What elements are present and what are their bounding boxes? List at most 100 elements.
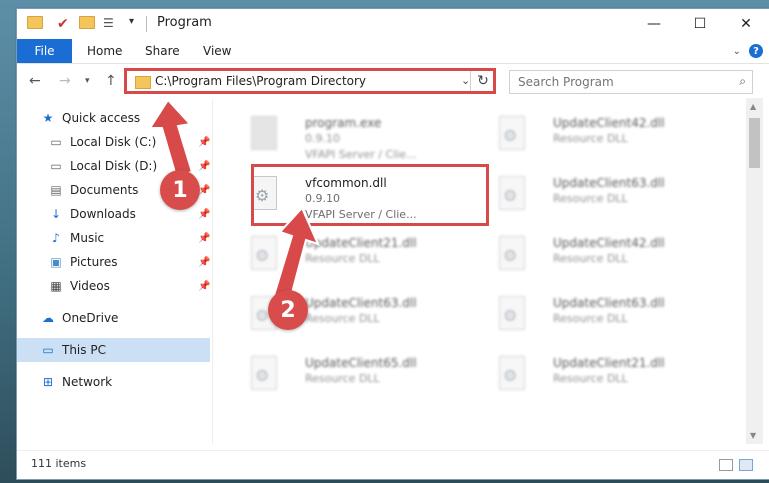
window-title: Program: [157, 15, 212, 30]
file-name: UpdateClient42.dll: [553, 116, 665, 130]
tab-view[interactable]: View: [203, 44, 231, 58]
sidebar-item-quick-access[interactable]: ★ Quick access: [17, 106, 210, 130]
drive-icon: ▭: [50, 135, 62, 149]
file-item[interactable]: ⚙ UpdateClient21.dll Resource DLL: [485, 350, 715, 406]
sidebar-item-music[interactable]: ♪ Music 📌: [17, 226, 210, 250]
file-item[interactable]: ⚙ UpdateClient63.dll Resource DLL: [485, 290, 715, 346]
file-item[interactable]: ⚙ UpdateClient65.dll Resource DLL: [237, 350, 467, 406]
sidebar-item-label: OneDrive: [62, 311, 119, 325]
sidebar-item-label: Network: [62, 375, 113, 389]
pin-icon[interactable]: 📌: [198, 137, 210, 148]
dll-file-icon: ⚙: [493, 356, 525, 394]
scroll-up-icon[interactable]: ▲: [750, 102, 756, 111]
network-icon: ⊞: [42, 375, 54, 389]
search-box[interactable]: ⌕: [509, 70, 753, 94]
sidebar-item-this-pc[interactable]: ▭ This PC: [17, 338, 210, 362]
pin-icon[interactable]: 📌: [198, 209, 210, 220]
file-description: Resource DLL: [553, 252, 628, 265]
file-name: UpdateClient63.dll: [305, 296, 417, 310]
maximize-button[interactable]: ☐: [677, 9, 723, 39]
file-item[interactable]: ⚙ UpdateClient42.dll Resource DLL: [485, 230, 715, 286]
navigation-pane: ★ Quick access ▭ Local Disk (C:) 📌 ▭ Loc…: [17, 104, 210, 444]
file-item[interactable]: ⚙ UpdateClient21.dll Resource DLL: [237, 230, 467, 286]
scroll-down-icon[interactable]: ▼: [750, 431, 756, 440]
help-icon[interactable]: ?: [749, 44, 763, 58]
file-name: UpdateClient21.dll: [305, 236, 417, 250]
tab-file[interactable]: File: [17, 39, 72, 63]
tab-share[interactable]: Share: [145, 44, 180, 58]
sidebar-item-pictures[interactable]: ▣ Pictures 📌: [17, 250, 210, 274]
file-version: 0.9.10: [305, 132, 340, 145]
customize-toolbar-icon[interactable]: ☰: [103, 16, 119, 32]
file-item[interactable]: ⚙ UpdateClient63.dll Resource DLL: [485, 170, 715, 226]
file-list: program.exe 0.9.10 VFAPI Server / Clie..…: [217, 104, 747, 444]
file-name: UpdateClient65.dll: [305, 356, 417, 370]
large-icons-view-icon[interactable]: [739, 459, 753, 471]
file-highlight-box: [251, 164, 489, 226]
properties-icon[interactable]: ✔: [57, 16, 73, 32]
videos-icon: ▦: [50, 279, 62, 293]
search-input[interactable]: [516, 73, 720, 91]
sidebar-item-label: Local Disk (C:): [70, 135, 157, 149]
pin-icon[interactable]: 📌: [198, 257, 210, 268]
pin-icon[interactable]: 📌: [198, 233, 210, 244]
search-icon[interactable]: ⌕: [739, 74, 746, 89]
step-badge-1: 1: [160, 170, 200, 210]
address-highlight-box: [124, 68, 496, 94]
status-bar: 111 items: [17, 450, 769, 479]
minimize-button[interactable]: —: [631, 9, 677, 39]
details-view-icon[interactable]: [719, 459, 733, 471]
title-separator: [146, 16, 147, 32]
scroll-thumb[interactable]: [749, 118, 760, 168]
file-description: Resource DLL: [553, 372, 628, 385]
file-item[interactable]: ⚙ UpdateClient42.dll Resource DLL: [485, 110, 715, 166]
explorer-window: ✔ ☰ ▾ Program — ☐ ✕ File Home Share View…: [16, 8, 769, 480]
file-name: UpdateClient63.dll: [553, 296, 665, 310]
file-name: UpdateClient21.dll: [553, 356, 665, 370]
tab-home[interactable]: Home: [87, 44, 122, 58]
expand-ribbon-icon[interactable]: ⌄: [733, 46, 741, 57]
file-name: UpdateClient42.dll: [553, 236, 665, 250]
file-description: Resource DLL: [553, 132, 628, 145]
file-item[interactable]: program.exe 0.9.10 VFAPI Server / Clie..…: [237, 110, 467, 166]
pin-icon[interactable]: 📌: [198, 161, 210, 172]
dropdown-icon[interactable]: ▾: [129, 16, 145, 32]
file-description: VFAPI Server / Clie...: [305, 148, 417, 161]
star-icon: ★: [42, 111, 54, 125]
sidebar-item-onedrive[interactable]: ☁ OneDrive: [17, 306, 210, 330]
new-folder-icon[interactable]: [79, 16, 95, 32]
dll-file-icon: ⚙: [245, 236, 277, 274]
item-count: 111 items: [31, 457, 87, 470]
recent-locations-icon[interactable]: ▾: [85, 76, 90, 86]
sidebar-item-label: Music: [70, 231, 105, 245]
sidebar-item-network[interactable]: ⊞ Network: [17, 370, 210, 394]
sidebar-item-label: Downloads: [70, 207, 136, 221]
folder-icon: [27, 16, 43, 32]
sidebar-item-label: Local Disk (D:): [70, 159, 158, 173]
navigation-bar: ← → ▾ ↑ C:\Program Files\Program Directo…: [17, 64, 769, 98]
file-description: Resource DLL: [305, 372, 380, 385]
sidebar-item-label: Videos: [70, 279, 110, 293]
sidebar-item-local-disk-c[interactable]: ▭ Local Disk (C:) 📌: [17, 130, 210, 154]
pictures-icon: ▣: [50, 255, 62, 269]
pane-divider: [212, 99, 213, 444]
file-description: Resource DLL: [553, 192, 628, 205]
sidebar-item-label: Quick access: [62, 111, 141, 125]
dll-file-icon: ⚙: [493, 296, 525, 334]
vertical-scrollbar[interactable]: ▲ ▼: [746, 98, 763, 444]
forward-button[interactable]: →: [59, 73, 71, 89]
drive-icon: ▭: [50, 159, 62, 173]
file-description: Resource DLL: [305, 312, 380, 325]
download-icon: ↓: [50, 207, 62, 221]
back-button[interactable]: ←: [29, 73, 41, 89]
title-bar: ✔ ☰ ▾ Program — ☐ ✕: [17, 9, 769, 39]
up-button[interactable]: ↑: [105, 73, 117, 89]
file-description: Resource DLL: [305, 252, 380, 265]
pin-icon[interactable]: 📌: [198, 281, 210, 292]
file-name: program.exe: [305, 116, 382, 130]
sidebar-item-label: This PC: [62, 343, 106, 357]
ribbon-tabs: File Home Share View ⌄ ?: [17, 39, 769, 64]
sidebar-item-videos[interactable]: ▦ Videos 📌: [17, 274, 210, 298]
file-description: Resource DLL: [553, 312, 628, 325]
close-button[interactable]: ✕: [723, 9, 769, 39]
